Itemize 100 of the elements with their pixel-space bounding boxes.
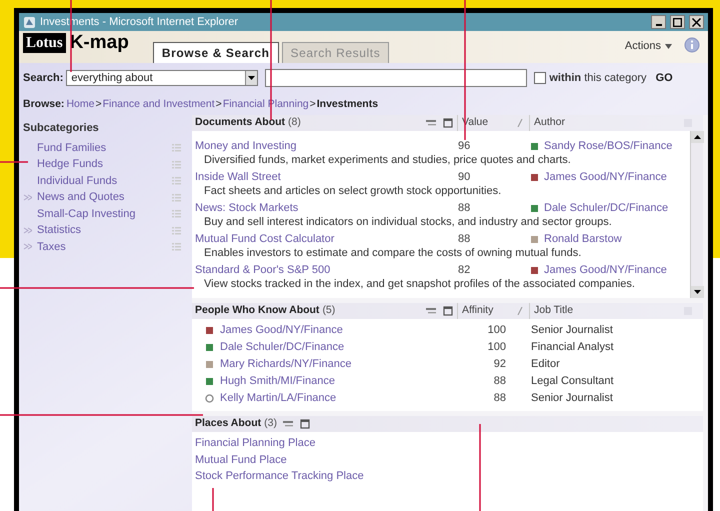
affinity-cell-text: 92: [492, 357, 507, 372]
value-cell-text: 96: [457, 139, 472, 154]
document-description: Fact sheets and articles on select growth stock opportunities.: [203, 184, 502, 199]
job-title-cell-text: Senior Journalist: [530, 323, 614, 338]
list-icon: [172, 160, 182, 169]
info-icon: [684, 37, 700, 53]
leader-line: [212, 488, 214, 511]
browser-icon: [23, 16, 36, 28]
job-title-cell-text: Financial Analyst: [530, 340, 615, 356]
window-close-button[interactable]: [689, 15, 704, 29]
minimize-icon: [656, 24, 662, 26]
document-description: Enables investors to estimate and compare the costs of owning mutual funds.: [203, 246, 582, 261]
breadcrumb-separator: >: [310, 97, 316, 112]
author-link[interactable]: James Good/NY/Finance: [544, 169, 667, 186]
column-header: Job Title: [534, 303, 574, 318]
logo: Lotus: [23, 33, 66, 53]
list-icon: [172, 209, 182, 218]
place-link[interactable]: Mutual Fund Place: [195, 452, 287, 468]
place-link[interactable]: Stock Performance Tracking Place: [195, 468, 364, 484]
panel-title: Places About: [195, 416, 262, 432]
column-header: Affinity: [462, 303, 494, 318]
document-link[interactable]: Standard & Poor's S&P 500: [195, 262, 455, 278]
affinity-cell-text: 100: [486, 323, 507, 338]
affinity-cell-text: 88: [492, 374, 507, 390]
search-label: Search:: [23, 70, 64, 86]
value-cell-text: 82: [457, 263, 472, 278]
item-count: (8): [288, 115, 301, 130]
app-name: K-map: [70, 32, 129, 54]
author-link[interactable]: James Good/NY/Finance: [544, 262, 667, 278]
checkbox[interactable]: [534, 72, 546, 84]
sort-icon: [517, 119, 523, 127]
go-button[interactable]: GO: [656, 70, 673, 86]
search-field[interactable]: [265, 69, 528, 87]
caret-icon: [248, 76, 256, 80]
breadcrumb-link[interactable]: Home: [66, 97, 94, 113]
author-link[interactable]: Dale Schuler/DC/Finance: [544, 200, 668, 216]
value-cell-text: 88: [457, 232, 472, 247]
leader-line: [70, 0, 72, 72]
sidebar-item[interactable]: Individual Funds: [37, 172, 172, 189]
value-cell-text: 90: [457, 170, 472, 185]
close-icon: [692, 18, 701, 26]
value-cell-text: 88: [457, 201, 472, 216]
panel-title: Documents About: [195, 115, 286, 130]
list-icon: [172, 192, 182, 202]
document-link[interactable]: Mutual Fund Cost Calculator: [195, 231, 455, 248]
sort-icon: [517, 307, 523, 315]
list-icon: [172, 226, 182, 235]
person-link[interactable]: Hugh Smith/MI/Finance: [220, 373, 335, 390]
panel-title: People Who Know About: [195, 303, 320, 318]
breadcrumb-separator: >: [216, 97, 222, 112]
list-icon: [172, 242, 182, 252]
caret-icon: [665, 44, 672, 49]
collapse-icon: [426, 306, 436, 316]
list-icon: [172, 176, 182, 186]
leader-line: [0, 161, 28, 163]
sidebar-item[interactable]: Statistics: [37, 222, 172, 238]
sidebar-item[interactable]: Hedge Funds: [37, 156, 172, 172]
author-link[interactable]: Ronald Barstow: [544, 231, 622, 248]
job-title-cell-text: Legal Consultant: [530, 374, 615, 390]
person-link[interactable]: Kelly Martin/LA/Finance: [220, 390, 336, 407]
document-link[interactable]: News: Stock Markets: [195, 200, 455, 216]
scope-dropdown[interactable]: everything about: [66, 70, 258, 86]
window-maximize-button[interactable]: [670, 15, 685, 29]
column-header: Author: [534, 115, 565, 130]
actions-menu[interactable]: Actions: [624, 38, 672, 54]
item-count: (3): [264, 416, 277, 432]
window-icon: [443, 118, 453, 128]
breadcrumb-current: Investments: [316, 97, 378, 112]
sidebar-item[interactable]: Fund Families: [37, 140, 172, 156]
author-link[interactable]: Sandy Rose/BOS/Finance: [544, 138, 672, 154]
document-description: View stocks tracked in the index, and get snapshot profiles of the associated companies.: [203, 277, 635, 292]
tab[interactable]: Browse & Search: [152, 42, 279, 63]
sidebar-item[interactable]: Taxes: [37, 238, 172, 255]
document-description: Buy and sell interest indicators on individual stocks, and industry and sector groups.: [203, 215, 612, 230]
sidebar-item[interactable]: News and Quotes: [37, 189, 172, 206]
collapse-icon: [282, 420, 293, 428]
maximize-icon: [673, 18, 682, 26]
sidebar-item[interactable]: Small-Cap Investing: [37, 206, 172, 222]
checkbox-label: within this category: [549, 70, 647, 86]
window-icon: [443, 306, 453, 316]
place-link[interactable]: Financial Planning Place: [195, 435, 316, 452]
window-minimize-button[interactable]: [651, 15, 666, 29]
job-title-cell-text: Senior Journalist: [530, 391, 614, 406]
breadcrumb-label: Browse:: [23, 97, 64, 112]
affinity-cell-text: 88: [492, 391, 507, 406]
person-link[interactable]: Dale Schuler/DC/Finance: [220, 339, 344, 356]
affinity-cell-text: 100: [486, 340, 507, 356]
document-description: Diversified funds, market experiments and studies, price quotes and charts.: [203, 153, 571, 168]
window-icon: [300, 419, 310, 429]
job-title-cell-text: Editor: [530, 357, 561, 372]
document-link[interactable]: Money and Investing: [195, 138, 455, 154]
document-link[interactable]: Inside Wall Street: [195, 169, 455, 186]
item-count: (5): [322, 303, 336, 318]
list-icon: [172, 143, 182, 152]
breadcrumb-separator: >: [95, 97, 102, 112]
person-link[interactable]: Mary Richards/NY/Finance: [220, 356, 352, 373]
person-link[interactable]: James Good/NY/Finance: [220, 322, 343, 339]
sidebar-title: Subcategories: [23, 121, 100, 136]
collapse-icon: [426, 118, 436, 128]
breadcrumb-link[interactable]: Finance and Investment: [102, 97, 215, 113]
